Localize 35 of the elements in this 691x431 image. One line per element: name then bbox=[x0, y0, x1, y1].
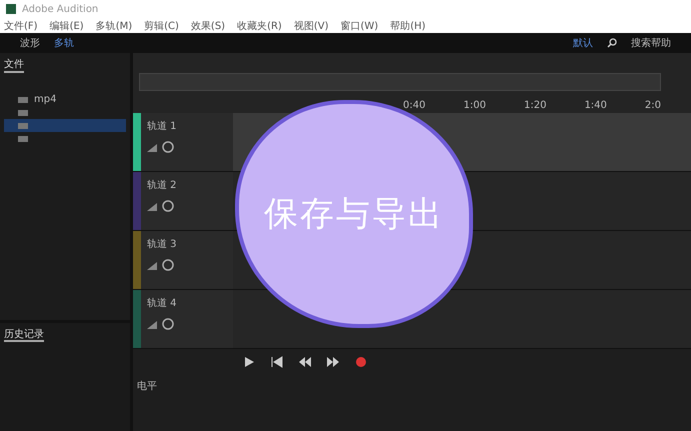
menu-item[interactable]: 效果(S) bbox=[190, 18, 226, 32]
mode-tab[interactable]: 波形 bbox=[20, 36, 40, 50]
ruler-label: 1:00 bbox=[464, 100, 486, 110]
panel-tab[interactable]: 历史记录 bbox=[4, 329, 44, 342]
play-icon[interactable] bbox=[243, 356, 255, 368]
menu-item[interactable]: 多轨(M) bbox=[96, 18, 132, 32]
search-help[interactable]: 搜索帮助 bbox=[631, 36, 671, 50]
menu-item[interactable]: 窗口(W) bbox=[340, 18, 378, 32]
menu-item[interactable]: 剪辑(C) bbox=[144, 18, 179, 32]
mode-tab[interactable]: 多轨 bbox=[54, 36, 74, 50]
skip-back-icon[interactable] bbox=[271, 356, 283, 368]
menu-item[interactable]: 文件(F) bbox=[4, 18, 38, 32]
window-title: Adobe Audition bbox=[22, 4, 98, 14]
track-name: 轨道 1 bbox=[147, 120, 178, 133]
ruler-label: 0:40 bbox=[403, 100, 426, 110]
ruler-label: 1:40 bbox=[584, 100, 607, 110]
search-icon bbox=[607, 38, 617, 48]
menu-item[interactable]: 收藏夹(R) bbox=[237, 18, 282, 32]
panel-tab[interactable]: 文件 bbox=[4, 57, 24, 73]
panel-title: 电平 bbox=[137, 381, 157, 392]
rewind-icon[interactable] bbox=[299, 356, 311, 368]
track-name: 轨道 2 bbox=[147, 178, 178, 192]
ruler-label: 1:20 bbox=[524, 100, 546, 110]
record-icon[interactable] bbox=[355, 356, 367, 368]
ruler-label: 2:0 bbox=[644, 100, 661, 110]
file-row[interactable] bbox=[4, 119, 126, 132]
track-name: 轨道 3 bbox=[147, 238, 178, 251]
app-icon bbox=[6, 4, 16, 14]
file-row[interactable]: mp4 bbox=[4, 93, 126, 106]
menu-item[interactable]: 帮助(H) bbox=[390, 18, 426, 32]
workspace-label[interactable]: 默认 bbox=[573, 36, 593, 50]
fast-forward-icon[interactable] bbox=[327, 356, 339, 368]
menu-item[interactable]: 视图(V) bbox=[294, 18, 328, 32]
track-name: 轨道 4 bbox=[147, 296, 178, 310]
menu-item[interactable]: 编辑(E) bbox=[50, 18, 84, 32]
